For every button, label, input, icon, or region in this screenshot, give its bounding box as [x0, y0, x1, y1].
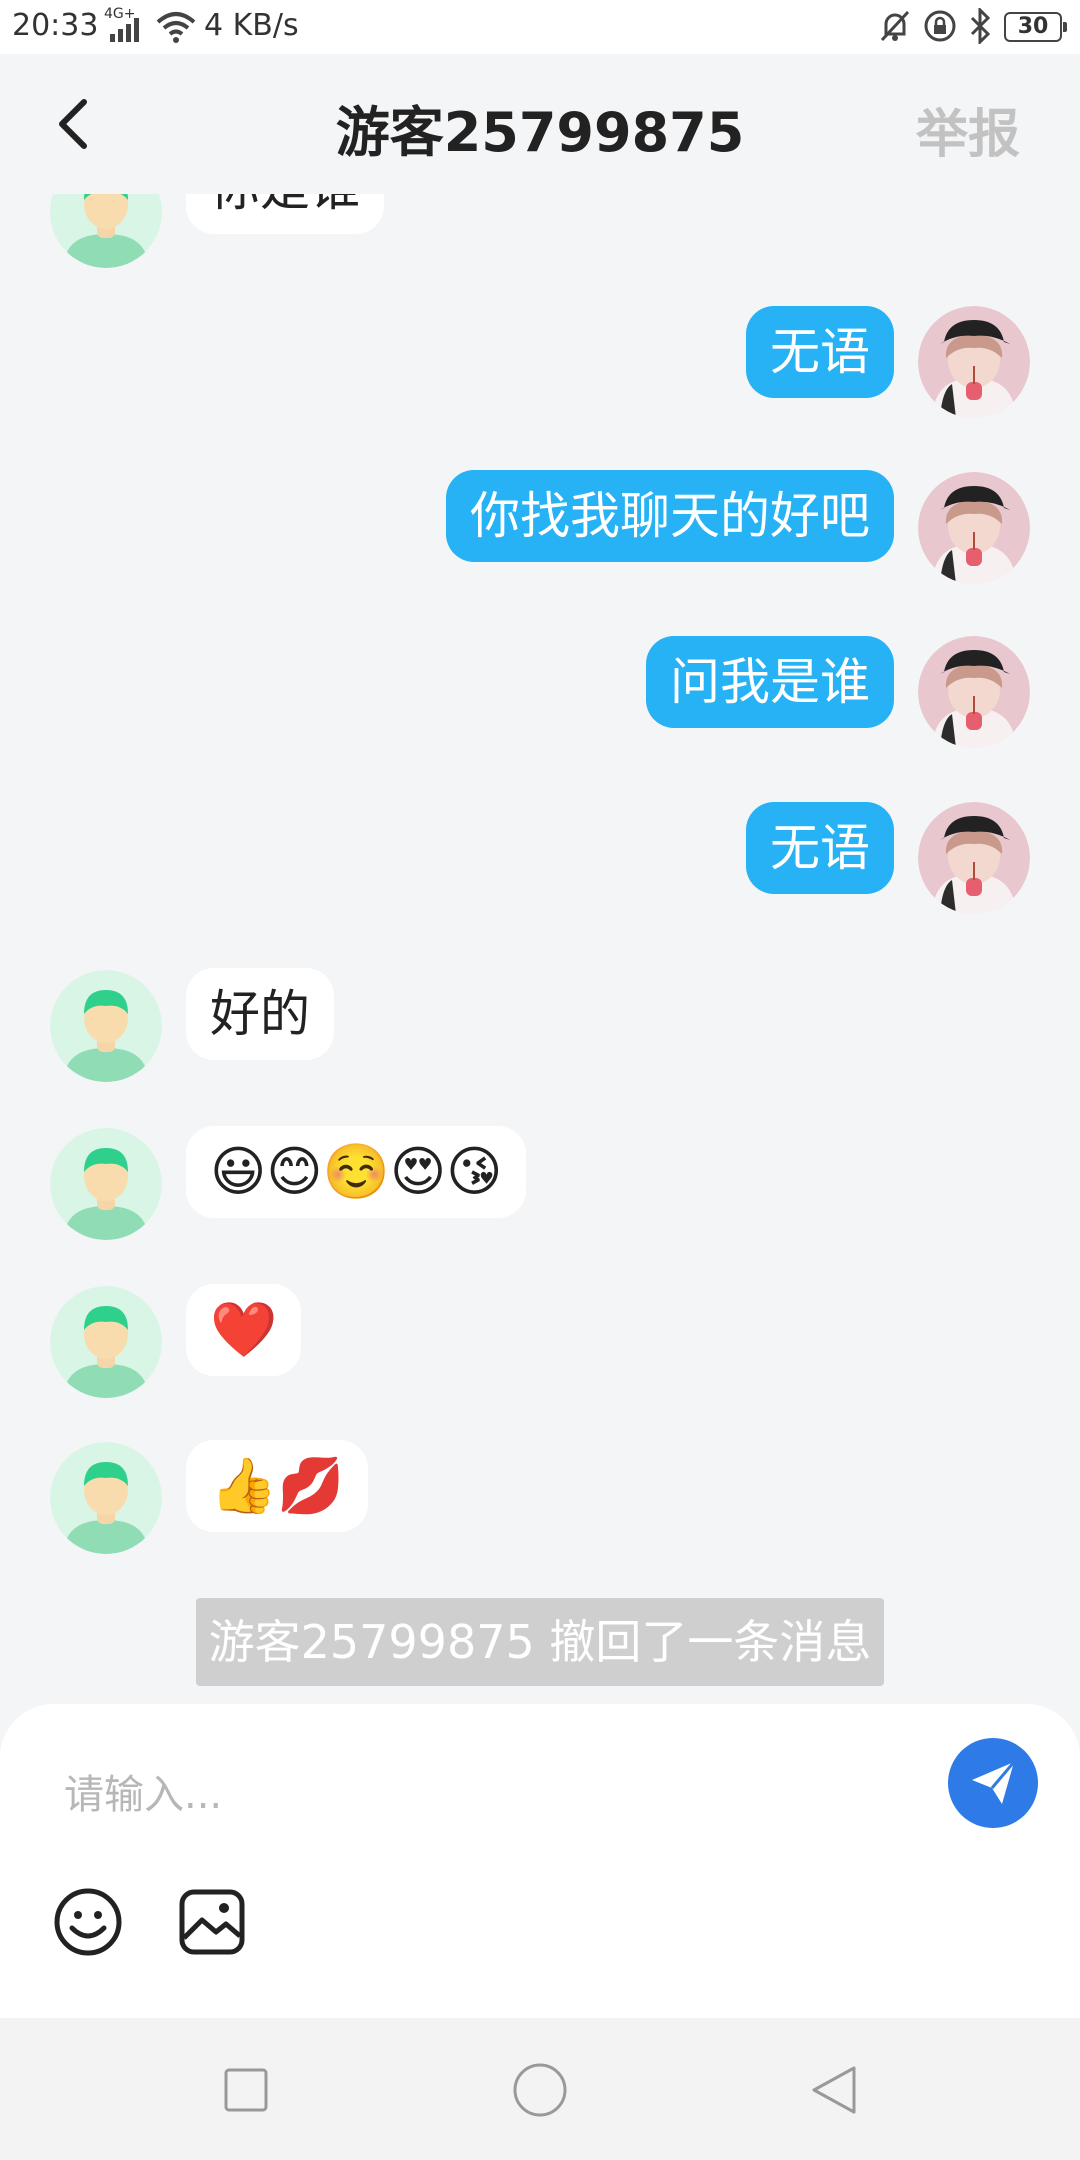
message-bubble-emoji[interactable]: ❤️	[186, 1284, 302, 1376]
avatar[interactable]	[918, 472, 1030, 584]
recent-apps-icon[interactable]	[216, 2060, 276, 2120]
lock-icon	[924, 10, 956, 42]
network-speed: 4 KB/s	[204, 8, 299, 43]
bluetooth-icon	[970, 8, 991, 44]
message-bubble-incoming[interactable]: 好的	[186, 968, 334, 1060]
message-bubble-outgoing[interactable]: 问我是谁	[646, 636, 894, 728]
avatar[interactable]	[918, 802, 1030, 914]
signal-icon	[110, 18, 139, 42]
wifi-icon	[156, 12, 196, 43]
chat-header: 游客25799875 举报	[0, 54, 1080, 194]
bell-mute-icon	[880, 10, 910, 42]
home-icon[interactable]	[510, 2060, 570, 2120]
image-icon[interactable]	[176, 1886, 248, 1958]
back-triangle-icon[interactable]	[804, 2060, 864, 2120]
report-button[interactable]: 举报	[916, 92, 1020, 167]
message-bubble-outgoing[interactable]: 无语	[746, 802, 894, 894]
battery-level: 30	[1017, 14, 1049, 39]
message-bubble-emoji[interactable]: 😃😊☺️😍😘	[186, 1126, 527, 1218]
battery-icon: 30	[1004, 12, 1067, 42]
avatar[interactable]	[50, 1286, 162, 1398]
message-list[interactable]: 你是谁 无语 你找我聊天的好吧 问我是谁 无语 好的 😃😊☺️😍😘 ❤️ 👍💋 …	[0, 194, 1080, 1704]
message-bubble-outgoing[interactable]: 无语	[746, 306, 894, 398]
message-bubble-outgoing[interactable]: 你找我聊天的好吧	[446, 470, 894, 562]
message-composer	[0, 1704, 1080, 2018]
message-bubble-emoji[interactable]: 👍💋	[186, 1440, 369, 1532]
avatar[interactable]	[50, 1442, 162, 1554]
avatar[interactable]	[918, 306, 1030, 418]
send-button[interactable]	[948, 1738, 1038, 1828]
avatar[interactable]	[50, 970, 162, 1082]
status-bar: 20:33 4G+ 4 KB/s 30	[0, 0, 1080, 54]
avatar[interactable]	[918, 636, 1030, 748]
message-bubble-incoming[interactable]: 你是谁	[186, 194, 384, 234]
recall-notice: 游客25799875 撤回了一条消息	[196, 1598, 884, 1686]
emoji-icon[interactable]	[52, 1886, 124, 1958]
status-time: 20:33	[12, 8, 99, 43]
avatar[interactable]	[50, 1128, 162, 1240]
system-nav-bar	[0, 2018, 1080, 2160]
avatar[interactable]	[50, 194, 162, 268]
send-icon	[972, 1761, 1016, 1804]
message-input[interactable]	[62, 1744, 866, 1846]
